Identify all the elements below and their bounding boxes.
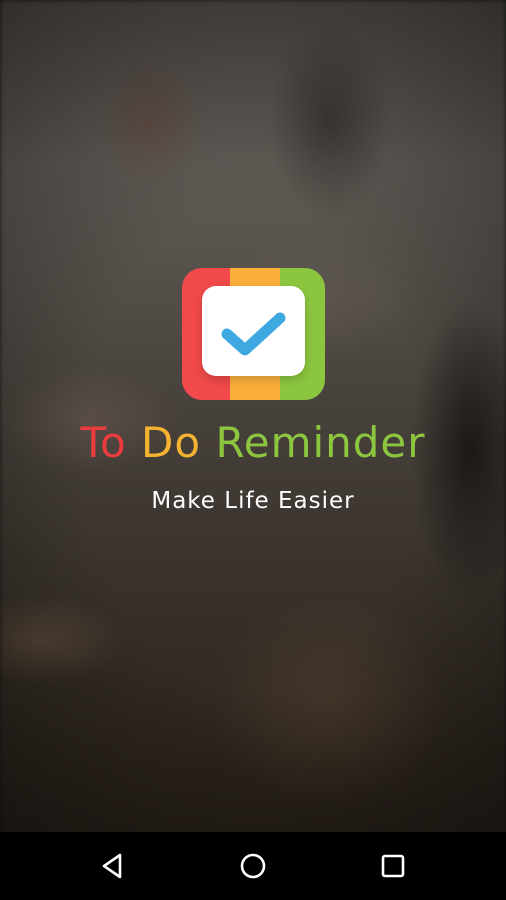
app-logo bbox=[182, 268, 325, 400]
recents-button[interactable] bbox=[373, 846, 413, 886]
app-tagline: Make Life Easier bbox=[151, 488, 355, 514]
app-title-word-do: Do bbox=[141, 418, 202, 467]
circle-home-icon bbox=[240, 853, 266, 879]
back-button[interactable] bbox=[93, 846, 133, 886]
splash-screen: To Do Reminder Make Life Easier bbox=[0, 0, 506, 900]
app-title: To Do Reminder bbox=[0, 418, 506, 467]
checkmark-icon bbox=[221, 312, 286, 356]
app-title-word-reminder: Reminder bbox=[215, 418, 426, 467]
home-button[interactable] bbox=[233, 846, 273, 886]
system-navigation-bar bbox=[0, 832, 506, 900]
app-title-word-to: To bbox=[80, 418, 127, 467]
logo-card bbox=[202, 286, 305, 376]
square-recents-icon bbox=[381, 854, 405, 878]
triangle-back-icon bbox=[102, 853, 122, 879]
